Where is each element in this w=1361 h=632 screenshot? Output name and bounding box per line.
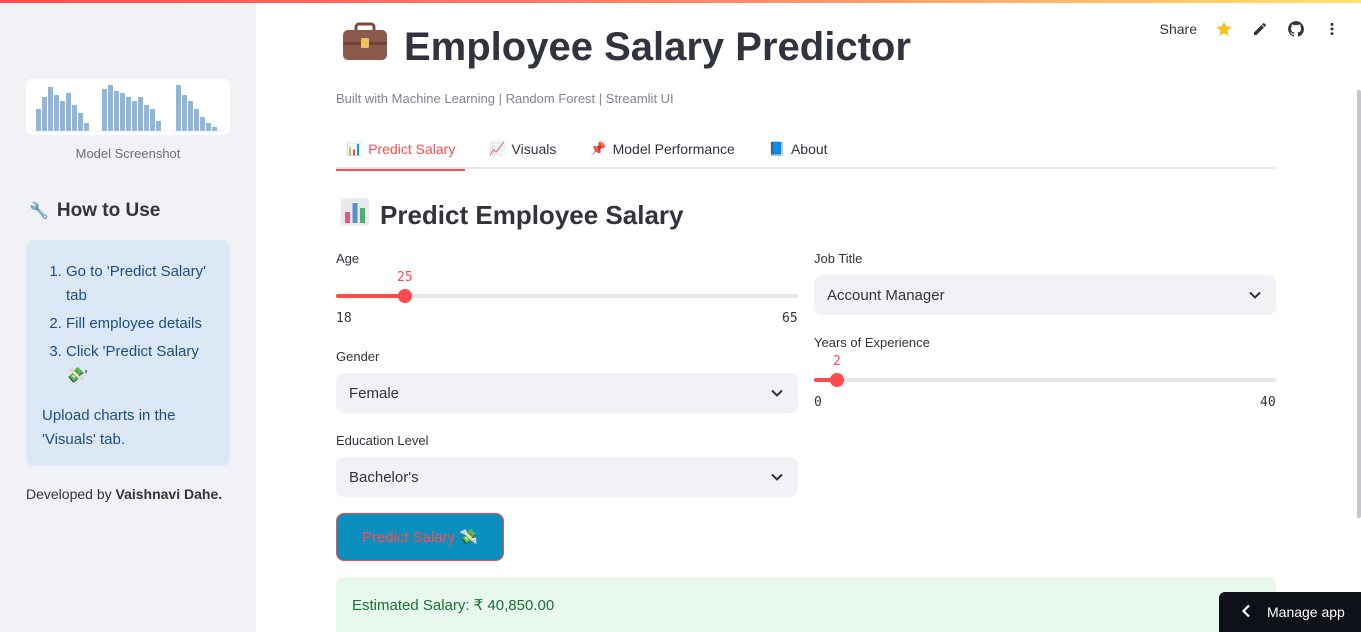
- header-toolbar: Share: [1160, 20, 1341, 38]
- scrollbar[interactable]: [1357, 90, 1361, 518]
- tab-predict-salary[interactable]: 📊 Predict Salary: [336, 128, 466, 171]
- book-icon: 📘: [768, 140, 785, 156]
- top-accent-bar: [0, 0, 1361, 3]
- briefcase-icon: [342, 22, 388, 72]
- tab-label: About: [790, 140, 828, 157]
- step-item: Go to 'Predict Salary' tab: [66, 260, 214, 308]
- page-title-text: Employee Salary Predictor: [404, 24, 911, 69]
- education-selected-value: Bachelor's: [349, 468, 419, 486]
- page-subtitle: Built with Machine Learning | Random For…: [336, 91, 674, 106]
- chevron-down-icon: [770, 386, 784, 400]
- gender-select[interactable]: Female: [336, 373, 798, 413]
- experience-max: 40: [1260, 395, 1276, 410]
- github-icon[interactable]: [1287, 20, 1305, 38]
- age-max: 65: [782, 311, 798, 326]
- bar-chart-icon: [340, 197, 370, 234]
- education-select[interactable]: Bachelor's: [336, 457, 798, 497]
- how-to-use-info-box: Go to 'Predict Salary' tab Fill employee…: [26, 240, 230, 466]
- tab-model-performance[interactable]: 📌 Model Performance: [580, 128, 744, 169]
- how-to-use-heading: 🔧 How to Use: [29, 200, 160, 222]
- experience-slider[interactable]: [814, 373, 1276, 387]
- gender-selected-value: Female: [349, 384, 400, 402]
- age-slider-fill: [336, 294, 405, 298]
- predict-salary-button[interactable]: Predict Salary 💸: [336, 513, 504, 561]
- developer-prefix: Developed by: [26, 486, 116, 502]
- line-chart-icon: 📈: [489, 140, 506, 156]
- pushpin-icon: 📌: [590, 140, 607, 156]
- share-button[interactable]: Share: [1160, 21, 1197, 37]
- tab-label: Model Performance: [612, 140, 735, 157]
- bar-chart-icon: 📊: [346, 140, 363, 156]
- estimated-salary-text: Estimated Salary: ₹ 40,850.00: [352, 597, 555, 614]
- more-icon[interactable]: [1323, 20, 1341, 38]
- section-heading: Predict Employee Salary: [340, 197, 683, 234]
- job-title-selected-value: Account Manager: [827, 286, 945, 304]
- gender-label: Gender: [336, 349, 380, 364]
- chevron-down-icon: [1248, 288, 1262, 302]
- manage-app-button[interactable]: Manage app: [1219, 592, 1361, 632]
- manage-app-label: Manage app: [1267, 604, 1345, 620]
- image-caption: Model Screenshot: [75, 146, 181, 161]
- step-item: Fill employee details: [66, 312, 214, 336]
- age-slider-thumb[interactable]: [398, 289, 412, 303]
- sidebar: Model Screenshot 🔧 How to Use Go to 'Pre…: [0, 0, 256, 632]
- education-label: Education Level: [336, 433, 429, 448]
- tab-bar: 📊 Predict Salary 📈 Visuals 📌 Model Perfo…: [336, 128, 1276, 171]
- tab-visuals[interactable]: 📈 Visuals: [479, 128, 566, 169]
- how-to-use-title: How to Use: [56, 200, 161, 221]
- age-value: 25: [397, 270, 413, 285]
- age-min: 18: [336, 311, 352, 326]
- age-label: Age: [336, 251, 360, 266]
- page-title: Employee Salary Predictor: [342, 22, 911, 72]
- wrench-icon: 🔧: [29, 203, 49, 220]
- experience-label: Years of Experience: [814, 335, 930, 350]
- tab-label: Predict Salary: [368, 140, 456, 157]
- upload-note: Upload charts in the 'Visuals' tab.: [42, 407, 176, 448]
- experience-min: 0: [814, 395, 822, 410]
- chevron-left-icon: [1241, 604, 1251, 621]
- model-screenshot-image: [26, 79, 230, 135]
- job-title-select[interactable]: Account Manager: [814, 275, 1276, 315]
- tab-about[interactable]: 📘 About: [759, 128, 838, 169]
- developer-name: Vaishnavi Dahe.: [115, 486, 223, 502]
- estimated-salary-result: Estimated Salary: ₹ 40,850.00: [336, 577, 1276, 632]
- experience-slider-thumb[interactable]: [830, 373, 844, 387]
- star-icon[interactable]: [1215, 20, 1233, 38]
- job-title-label: Job Title: [814, 251, 863, 266]
- experience-value: 2: [833, 354, 841, 369]
- step-item: Click 'Predict Salary 💸': [66, 340, 214, 388]
- developer-credit: Developed by Vaishnavi Dahe.: [26, 486, 222, 502]
- edit-icon[interactable]: [1251, 20, 1269, 38]
- chevron-down-icon: [770, 470, 784, 484]
- section-heading-text: Predict Employee Salary: [380, 200, 684, 230]
- tab-label: Visuals: [511, 140, 557, 157]
- steps-list: Go to 'Predict Salary' tab Fill employee…: [42, 260, 214, 388]
- age-slider[interactable]: [336, 289, 798, 303]
